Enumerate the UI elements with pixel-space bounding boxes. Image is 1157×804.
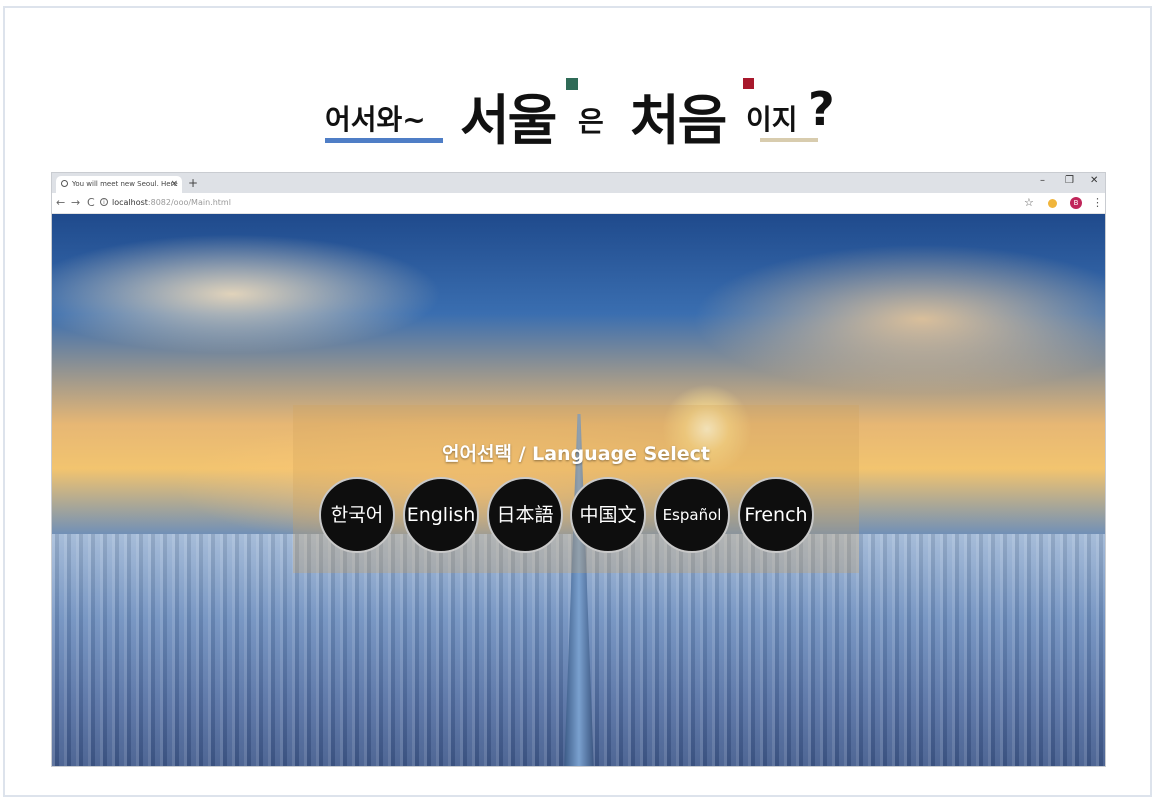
accent-square-red [743,78,754,89]
page-viewport: 언어선택 / Language Select 한국어 English 日本語 中… [52,214,1105,766]
browser-tab[interactable]: You will meet new Seoul. Here × [56,176,182,193]
tab-bar: You will meet new Seoul. Here × + – ❐ ✕ [52,173,1105,193]
headline-particle: 은 [578,105,604,138]
close-tab-icon[interactable]: × [170,179,178,189]
language-button-korean[interactable]: 한국어 [319,477,395,553]
url-path: :8082/ooo/Main.html [147,198,231,207]
info-icon[interactable]: i [100,198,108,206]
browser-window: You will meet new Seoul. Here × + – ❐ ✕ … [51,172,1106,767]
restore-button[interactable]: ❐ [1065,175,1074,186]
cloud-image [692,244,1105,394]
address-bar: ← → C i localhost:8082/ooo/Main.html ☆ B… [52,193,1105,214]
headline-welcome: 어서와~ [325,103,426,136]
language-button-japanese[interactable]: 日本語 [487,477,563,553]
profile-avatar[interactable]: B [1070,197,1082,209]
language-button-english[interactable]: English [403,477,479,553]
headline-question-mark: ? [808,82,835,136]
headline-first-time: 처음 [630,89,727,152]
language-button-chinese[interactable]: 中国文 [570,477,646,553]
browser-menu-icon[interactable]: ⋮ [1092,196,1103,209]
back-button[interactable]: ← [56,196,65,209]
headline-ending: 이지 [746,103,798,136]
language-button-spanish[interactable]: Español [654,477,730,553]
reload-button[interactable]: C [87,196,95,209]
cloud-image [52,234,442,354]
new-tab-button[interactable]: + [188,176,198,190]
bookmark-star-icon[interactable]: ☆ [1024,196,1034,209]
extension-icon[interactable] [1048,199,1057,208]
language-button-french[interactable]: French [738,477,814,553]
url-field[interactable]: localhost:8082/ooo/Main.html [112,198,231,207]
language-select-panel: 언어선택 / Language Select 한국어 English 日本語 中… [293,405,859,573]
headline-underline-blue [325,138,443,143]
close-window-button[interactable]: ✕ [1090,175,1098,186]
url-host: localhost [112,198,148,207]
globe-icon [61,180,68,187]
headline-seoul: 서울 [460,89,557,152]
headline: 어서와~ 서울 은 처음 이지 ? [0,72,1157,152]
panel-title: 언어선택 / Language Select [442,443,710,465]
tab-title: You will meet new Seoul. Here [72,180,178,188]
forward-button[interactable]: → [71,196,80,209]
minimize-button[interactable]: – [1040,175,1045,186]
headline-underline-tan [760,138,818,142]
accent-square-green [566,78,578,90]
